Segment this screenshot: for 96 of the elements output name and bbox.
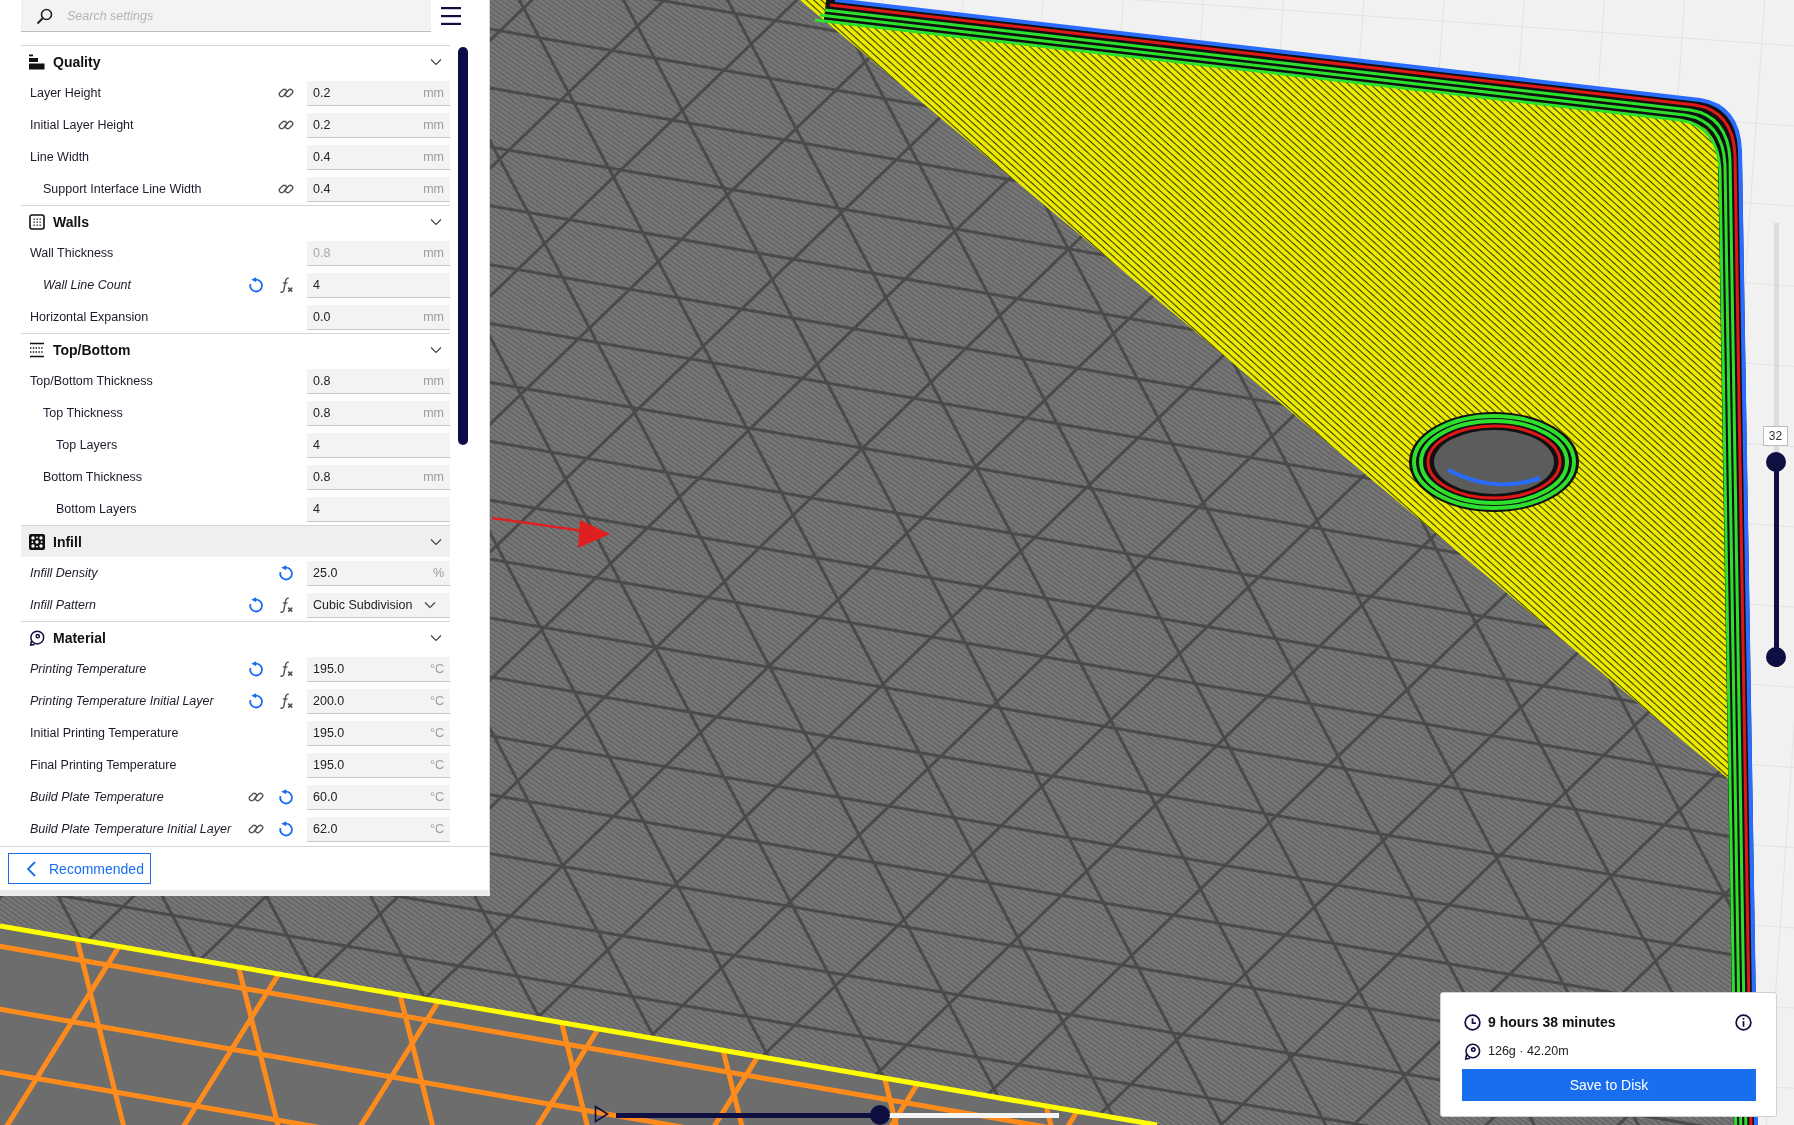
unit-label: mm (423, 405, 444, 420)
dotted-lines-icon (29, 341, 45, 358)
setting-label: Printing Temperature Initial Layer (29, 694, 215, 708)
section-header[interactable]: Top/Bottom (21, 334, 450, 365)
reset-icon[interactable] (278, 565, 294, 581)
number-field[interactable]: 4 (307, 496, 450, 522)
function-icon (278, 277, 294, 293)
unit-label: °C (429, 789, 444, 804)
reset-icon[interactable] (248, 693, 264, 709)
setting-label: Wall Thickness (29, 246, 115, 260)
unit-label: °C (429, 725, 444, 740)
play-icon[interactable] (594, 1105, 609, 1123)
number-field[interactable]: 25.0 % (307, 560, 450, 586)
section-header[interactable]: Material (21, 622, 450, 653)
setting-label: Wall Line Count (42, 278, 133, 292)
setting-label: Support Interface Line Width (42, 182, 203, 196)
unit-label: °C (429, 757, 444, 772)
number-field[interactable]: 4 (307, 272, 450, 298)
number-field[interactable]: 62.0 °C (307, 816, 450, 842)
setting-label: Infill Pattern (29, 598, 97, 612)
number-field[interactable]: 0.2 mm (307, 80, 450, 106)
section-header[interactable]: Quality (21, 46, 450, 77)
layer-number-tooltip: 32 (1763, 425, 1788, 446)
setting-label: Initial Layer Height (29, 118, 135, 132)
unit-label: mm (423, 245, 444, 260)
number-field[interactable]: 60.0 °C (307, 784, 450, 810)
number-field[interactable]: 0.4 mm (307, 144, 450, 170)
number-field[interactable]: 195.0 °C (307, 656, 450, 682)
setting-label: Horizontal Expansion (29, 310, 150, 324)
number-field[interactable]: 0.4 mm (307, 176, 450, 202)
unit-label: mm (423, 117, 444, 132)
setting-label: Initial Printing Temperature (29, 726, 180, 740)
setting-label: Bottom Layers (55, 502, 138, 516)
setting-label: Top Thickness (42, 406, 124, 420)
reset-icon[interactable] (248, 661, 264, 677)
grid-square-icon (29, 213, 45, 230)
number-field[interactable]: 4 (307, 432, 450, 458)
number-field[interactable]: 0.8 mm (307, 368, 450, 394)
setting-label: Line Width (29, 150, 91, 164)
reset-icon[interactable] (248, 277, 264, 293)
setting-label: Build Plate Temperature (29, 790, 165, 804)
dropdown-field[interactable]: Cubic Subdivision (307, 592, 450, 618)
number-field[interactable]: 200.0 °C (307, 688, 450, 714)
setting-label: Top Layers (55, 438, 119, 452)
unit-label: °C (429, 661, 444, 676)
unit-label: °C (429, 821, 444, 836)
number-field[interactable]: 195.0 °C (307, 720, 450, 746)
setting-label: Layer Height (29, 86, 102, 100)
number-field[interactable]: 0.8 mm (307, 464, 450, 490)
section-title: Top/Bottom (53, 341, 131, 358)
function-icon (278, 597, 294, 613)
unit-label: mm (423, 373, 444, 388)
unit-label: mm (423, 149, 444, 164)
section-title: Material (53, 629, 106, 646)
section-header[interactable]: Infill (21, 526, 450, 557)
unit-label: % (432, 565, 444, 580)
reset-icon[interactable] (278, 789, 294, 805)
layers-icon (29, 53, 45, 70)
scrollbar[interactable] (458, 47, 468, 445)
number-field[interactable]: 0.0 mm (307, 304, 450, 330)
save-to-disk-button[interactable]: Save to Disk (1462, 1069, 1756, 1101)
search-icon (36, 8, 53, 25)
setting-label: Final Printing Temperature (29, 758, 178, 772)
reset-icon[interactable] (248, 597, 264, 613)
recommended-button[interactable]: Recommended (8, 853, 151, 884)
number-field[interactable]: 195.0 °C (307, 752, 450, 778)
section-title: Infill (53, 533, 82, 550)
unit-label: mm (423, 181, 444, 196)
section-header[interactable]: Walls (21, 206, 450, 237)
unit-label: mm (423, 469, 444, 484)
search-field[interactable]: Search settings (21, 0, 431, 32)
setting-label: Printing Temperature (29, 662, 148, 676)
reset-icon[interactable] (278, 821, 294, 837)
unit-label: mm (423, 85, 444, 100)
chevron-left-icon (27, 860, 36, 877)
spool-icon (1464, 1042, 1481, 1060)
number-field[interactable]: 0.8 mm (307, 400, 450, 426)
function-icon (278, 693, 294, 709)
spool-icon (29, 629, 45, 646)
unit-label: °C (429, 693, 444, 708)
unit-label: mm (423, 309, 444, 324)
material-usage: 126g · 42.20m (1488, 1044, 1569, 1058)
dotted-tile-icon (29, 533, 45, 550)
clock-icon (1464, 1013, 1481, 1031)
setting-label: Build Plate Temperature Initial Layer (29, 822, 233, 836)
setting-label: Top/Bottom Thickness (29, 374, 154, 388)
section-title: Quality (53, 53, 101, 70)
function-icon (278, 661, 294, 677)
number-field[interactable]: 0.2 mm (307, 112, 450, 138)
setting-label: Bottom Thickness (42, 470, 144, 484)
print-time: 9 hours 38 minutes (1488, 1014, 1616, 1030)
chevron-down-icon (424, 600, 436, 609)
menu-icon[interactable] (441, 7, 461, 25)
section-title: Walls (53, 213, 90, 230)
info-icon[interactable] (1735, 1013, 1752, 1031)
setting-label: Infill Density (29, 566, 99, 580)
